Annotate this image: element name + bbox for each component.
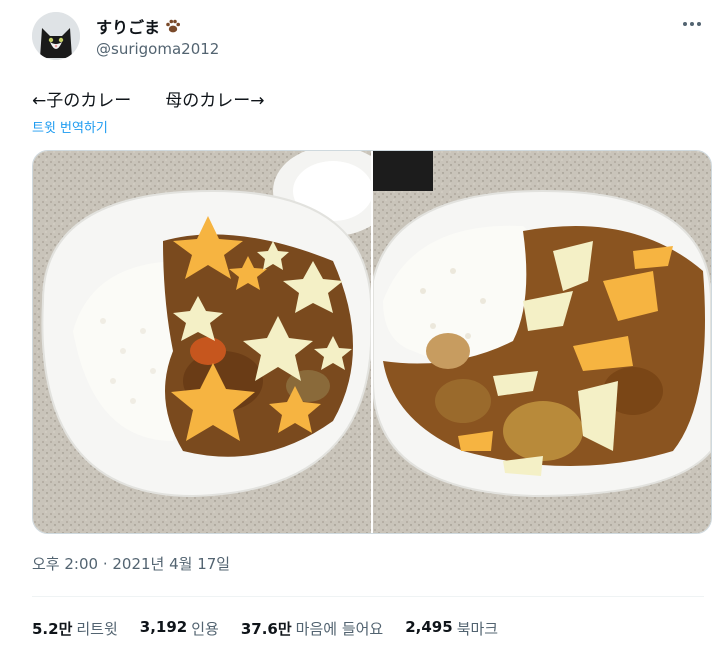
- tweet-stats: 5.2만 리트윗 3,192 인용 37.6만 마음에 들어요 2,495 북마…: [32, 618, 498, 639]
- kids-curry-photo: [33, 151, 371, 533]
- author-name[interactable]: すりごま: [96, 14, 182, 38]
- author-display-name: すりごま: [96, 18, 161, 37]
- stat-quotes[interactable]: 3,192 인용: [140, 618, 219, 639]
- right-photo[interactable]: [373, 151, 711, 533]
- paw-print-icon: [166, 19, 181, 33]
- stat-value: 5.2만: [32, 620, 73, 638]
- stat-value: 3,192: [139, 618, 188, 636]
- stat-value: 2,495: [405, 618, 453, 636]
- tweet-text: ←子のカレー 母のカレー→: [32, 91, 265, 111]
- tweet-timestamp[interactable]: 오후 2:00 · 2021년 4월 17일: [32, 553, 230, 574]
- cat-avatar-icon: [32, 12, 80, 60]
- stat-label: 인용: [191, 620, 219, 638]
- divider: [32, 596, 704, 597]
- tweet-media[interactable]: [32, 150, 712, 534]
- author-handle[interactable]: @surigoma2012: [96, 40, 219, 58]
- translate-tweet-link[interactable]: 트윗 번역하기: [32, 117, 108, 136]
- stat-label: 마음에 들어요: [295, 620, 384, 638]
- stat-value: 37.6만: [240, 620, 292, 638]
- stat-retweets[interactable]: 5.2만 리트윗: [32, 618, 118, 639]
- stat-label: 북마크: [456, 620, 499, 638]
- left-photo[interactable]: [33, 151, 371, 533]
- more-horizontal-icon: [683, 22, 701, 26]
- stat-likes[interactable]: 37.6만 마음에 들어요: [241, 618, 383, 639]
- avatar[interactable]: [32, 12, 80, 60]
- more-menu-button[interactable]: [678, 10, 706, 38]
- stat-label: 리트윗: [76, 620, 118, 638]
- stat-bookmarks[interactable]: 2,495 북마크: [405, 618, 498, 639]
- moms-curry-photo: [373, 151, 711, 533]
